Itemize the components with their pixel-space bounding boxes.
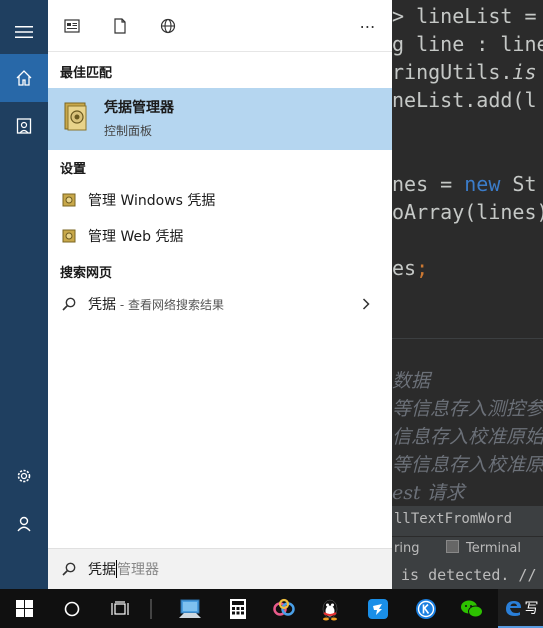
best-match-heading: 最佳匹配: [60, 66, 113, 81]
more-options-button[interactable]: ⋯: [356, 14, 380, 38]
settings-result-windows-credentials[interactable]: 管理 Windows 凭据: [48, 182, 392, 218]
menu-button[interactable]: [0, 8, 48, 56]
credential-icon: [62, 193, 76, 207]
best-match-title: 凭据管理器: [104, 100, 174, 116]
code-line: nes = new St: [392, 172, 537, 196]
calculator-icon: [230, 598, 246, 619]
dingtalk-button[interactable]: [356, 589, 400, 628]
apps-icon: [64, 19, 80, 33]
hamburger-icon: [15, 26, 33, 38]
cortana-circle-icon: [64, 601, 80, 616]
web-search-result[interactable]: 凭据 - 查看网络搜索结果: [48, 286, 392, 322]
code-comment: 数据: [392, 370, 431, 392]
computer-icon: [179, 599, 201, 618]
kugou-button[interactable]: [404, 589, 448, 628]
ide-tab-label[interactable]: llTextFromWord: [394, 511, 512, 527]
home-button[interactable]: [0, 54, 48, 102]
home-icon: [16, 70, 32, 86]
code-line: g line : line: [392, 32, 543, 56]
ide-divider: [392, 338, 543, 339]
dingtalk-icon: [368, 598, 388, 619]
web-search-query: 凭据: [88, 297, 116, 313]
result-label: 管理 Web 凭据: [88, 229, 184, 245]
document-icon: [114, 18, 126, 34]
documents-icon: [16, 118, 32, 134]
windows-logo-icon: [15, 600, 33, 617]
code-comment: est 请求: [392, 482, 465, 504]
music-k-icon: [416, 598, 436, 619]
this-pc-button[interactable]: [168, 589, 212, 628]
settings-heading: 设置: [60, 162, 87, 177]
web-filter-button[interactable]: [156, 14, 180, 38]
ide-editor-background: > lineList = g line : line ringUtils.is …: [392, 0, 543, 589]
calculator-button[interactable]: [216, 589, 260, 628]
code-line: > lineList =: [392, 4, 537, 28]
qq-penguin-icon: [322, 599, 338, 620]
status-text: is detected. //: [392, 566, 537, 584]
gear-icon: [17, 469, 31, 483]
qq-button[interactable]: [308, 589, 352, 628]
globe-icon: [160, 18, 176, 34]
wechat-button[interactable]: [450, 589, 494, 628]
terminal-icon: [446, 540, 459, 553]
code-comment: 信息存入校准原始: [392, 426, 543, 448]
cortana-button[interactable]: [50, 589, 94, 628]
ide-tab-strip: llTextFromWord: [392, 506, 543, 536]
ide-bottom-tabs: ring Terminal: [392, 536, 543, 562]
code-line: ringUtils.is: [392, 60, 537, 84]
task-view-icon: [111, 600, 129, 615]
best-match-result[interactable]: 凭据管理器 控制面板: [48, 88, 392, 150]
edge-window-title: 写: [524, 600, 539, 617]
web-search-suffix: - 查看网络搜索结果: [116, 297, 224, 312]
search-input-suggestion: 管理器: [117, 562, 159, 578]
documents-filter-button[interactable]: [108, 14, 132, 38]
result-label: 管理 Windows 凭据: [88, 193, 216, 209]
panel-toolbar: ⋯: [48, 0, 392, 52]
search-box[interactable]: 凭据 管理器: [48, 548, 392, 589]
taskbar: 写: [0, 589, 543, 628]
search-icon: [62, 562, 76, 576]
user-icon: [17, 516, 31, 532]
search-input-typed[interactable]: 凭据: [88, 559, 116, 579]
code-line: oArray(lines): [392, 200, 543, 224]
terminal-tab[interactable]: Terminal: [466, 541, 521, 556]
credential-manager-icon: [62, 101, 90, 133]
edge-button[interactable]: 写: [498, 589, 543, 628]
taskbar-separator: [150, 599, 152, 619]
ide-status-bar: is detected. //: [392, 562, 543, 589]
web-search-heading: 搜索网页: [60, 266, 113, 281]
wechat-icon: [461, 600, 483, 617]
baidu-netdisk-button[interactable]: [262, 589, 306, 628]
edge-icon: [505, 600, 521, 616]
code-line: es;: [392, 256, 429, 280]
settings-button[interactable]: [0, 452, 48, 500]
documents-button[interactable]: [0, 102, 48, 150]
chevron-right-icon[interactable]: [362, 298, 370, 310]
code-comment: 等信息存入测控参: [392, 398, 543, 420]
user-button[interactable]: [0, 500, 48, 548]
ide-tab-partial[interactable]: ring: [394, 541, 419, 556]
apps-filter-button[interactable]: [60, 14, 84, 38]
search-panel: ⋯ 最佳匹配 凭据管理器 控制面板 设置 管理 Windows 凭据 管理 We…: [48, 0, 392, 589]
task-view-button[interactable]: [98, 589, 142, 628]
code-comment: 等信息存入校准原: [392, 454, 543, 476]
start-button[interactable]: [2, 589, 46, 628]
settings-result-web-credentials[interactable]: 管理 Web 凭据: [48, 218, 392, 254]
cloud-app-icon: [273, 598, 295, 616]
best-match-subtitle: 控制面板: [104, 124, 153, 138]
search-icon: [62, 297, 76, 311]
start-rail: [0, 0, 48, 589]
credential-icon: [62, 229, 76, 243]
code-line: neList.add(l: [392, 88, 537, 112]
